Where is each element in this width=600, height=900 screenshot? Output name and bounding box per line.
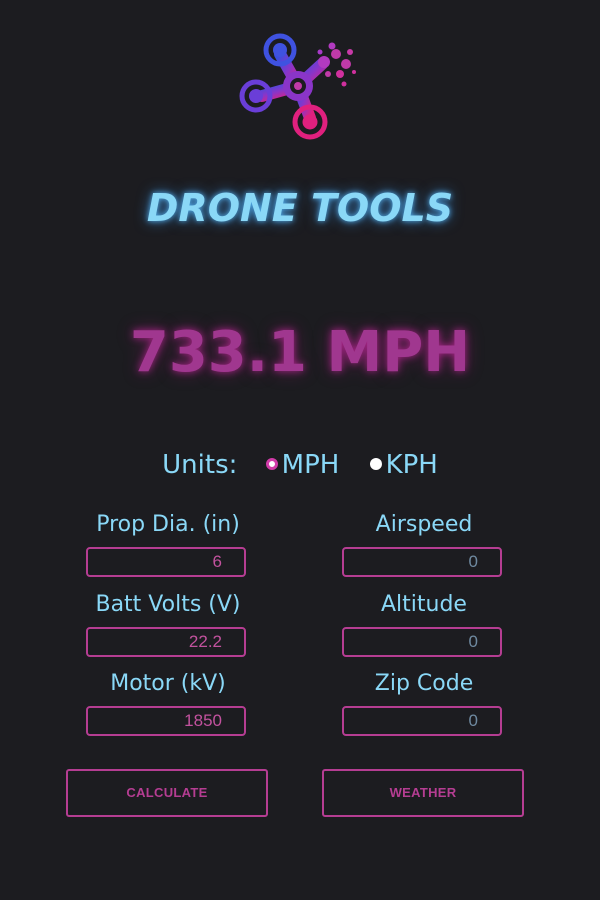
kph-label: KPH (385, 450, 438, 480)
airspeed-input[interactable] (342, 547, 502, 577)
altitude-input[interactable] (342, 627, 502, 657)
drone-logo-icon (239, 33, 356, 140)
unit-option-mph[interactable]: MPH (260, 450, 348, 480)
motor-kv-label: Motor (kV) (110, 671, 226, 696)
app-page: DRONE TOOLS 733.1 MPH Units: MPH KPH Pro… (0, 0, 600, 900)
units-selector: Units: MPH KPH (0, 450, 600, 480)
units-label: Units: (162, 450, 238, 480)
altitude-label: Altitude (381, 592, 467, 617)
unit-option-kph[interactable]: KPH (364, 450, 438, 480)
mph-radio[interactable] (265, 457, 278, 470)
speed-result: 733.1 MPH (129, 320, 471, 385)
prop-diameter-label: Prop Dia. (in) (96, 512, 240, 537)
calculate-button[interactable]: CALCULATE (66, 769, 268, 817)
kph-radio[interactable] (369, 457, 382, 470)
airspeed-label: Airspeed (375, 512, 473, 537)
batt-volts-label: Batt Volts (V) (95, 592, 241, 617)
weather-button[interactable]: WEATHER (322, 769, 524, 817)
app-title: DRONE TOOLS (146, 186, 454, 230)
zip-code-input[interactable] (342, 706, 502, 736)
zip-code-label: Zip Code (374, 671, 474, 696)
motor-kv-input[interactable] (86, 706, 246, 736)
batt-volts-input[interactable] (86, 627, 246, 657)
mph-label: MPH (281, 450, 340, 480)
prop-diameter-input[interactable] (86, 547, 246, 577)
